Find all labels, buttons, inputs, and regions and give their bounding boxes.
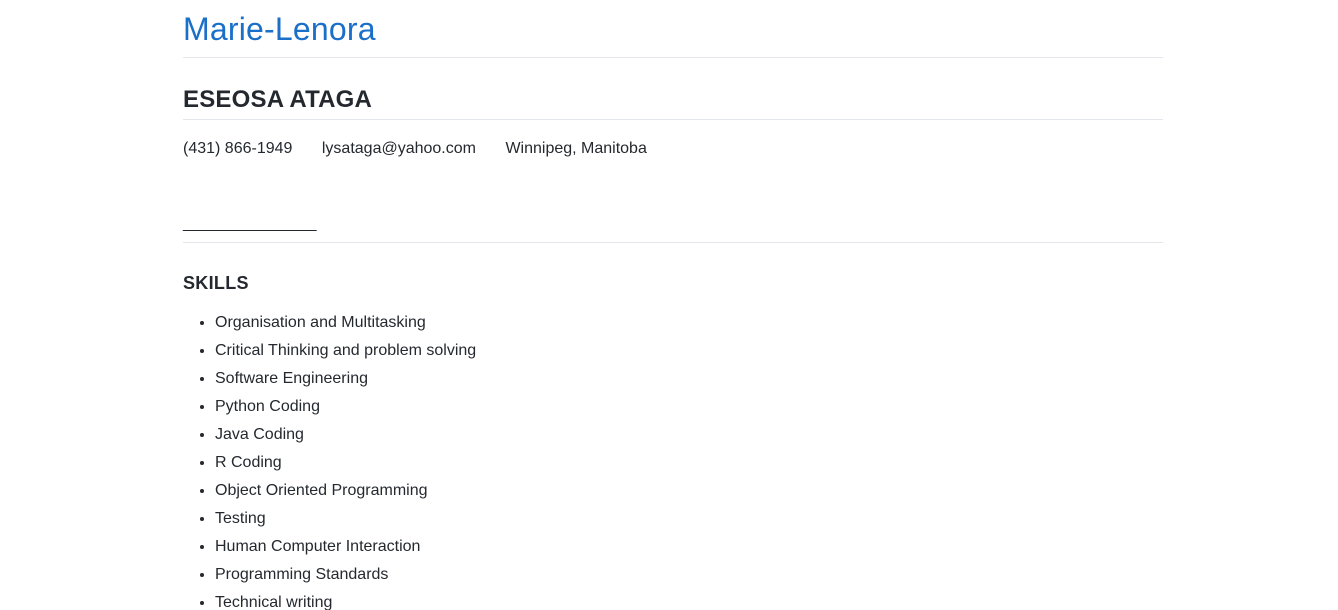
skills-list: Organisation and Multitasking Critical T… xyxy=(183,295,1163,610)
site-title-link[interactable]: Marie-Lenora xyxy=(183,11,376,47)
list-item: Programming Standards xyxy=(215,561,1163,589)
contact-email: lysataga@yahoo.com xyxy=(321,140,476,157)
list-item: R Coding xyxy=(215,449,1163,477)
contact-location: Winnipeg, Manitoba xyxy=(505,140,647,157)
candidate-name: ESEOSA ATAGA xyxy=(183,86,373,113)
list-item: Organisation and Multitasking xyxy=(215,309,1163,337)
list-item: Human Computer Interaction xyxy=(215,533,1163,561)
list-item: Software Engineering xyxy=(215,365,1163,393)
list-item: Python Coding xyxy=(215,393,1163,421)
list-item: Testing xyxy=(215,505,1163,533)
resume-page: Marie-Lenora ESEOSA ATAGA (431) 866-1949… xyxy=(183,0,1163,610)
list-item: Object Oriented Programming xyxy=(215,477,1163,505)
contact-phone: (431) 866-1949 xyxy=(183,140,293,157)
list-item: Critical Thinking and problem solving xyxy=(215,337,1163,365)
skills-heading: SKILLS xyxy=(183,273,249,293)
list-item: Technical writing xyxy=(215,589,1163,610)
site-title: Marie-Lenora xyxy=(183,0,1163,48)
list-item: Java Coding xyxy=(215,421,1163,449)
contact-line: (431) 866-1949 lysataga@yahoo.com Winnip… xyxy=(183,120,1163,159)
underline-placeholder: _______________ xyxy=(183,215,317,232)
